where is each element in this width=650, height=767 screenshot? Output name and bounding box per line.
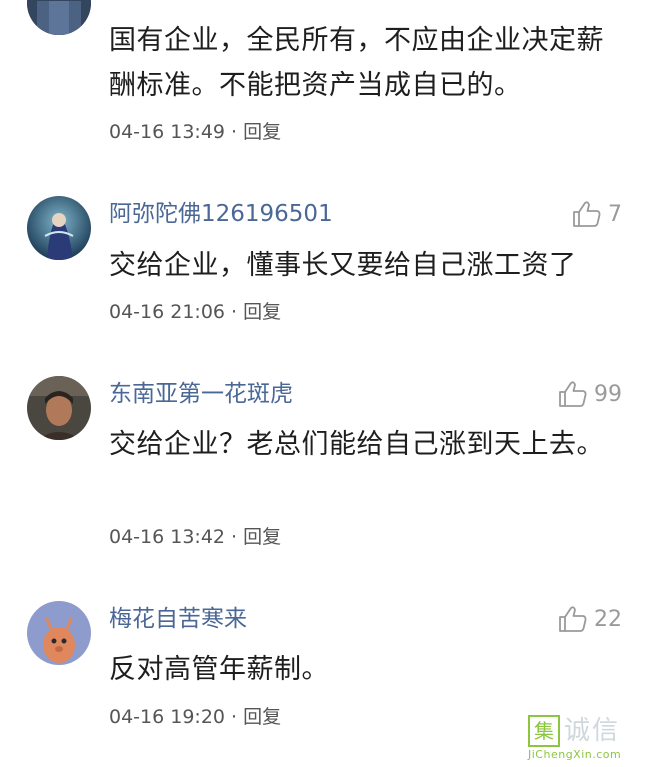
separator-dot: · [231, 301, 238, 323]
comment-text: 交给企业，懂事长又要给自己涨工资了 [109, 250, 577, 281]
comment-text: 国有企业，全民所有，不应由企业决定薪酬标准。不能把资产当成自已的。 [109, 25, 604, 101]
comment-text: 交给企业？老总们能给自己涨到天上去。 [109, 429, 604, 460]
like-count: 7 [608, 201, 622, 227]
watermark-url: JiChengXin.com [528, 748, 622, 761]
reply-button[interactable]: 回复 [243, 121, 281, 143]
watermark-logo-icon: 集 [528, 715, 560, 747]
avatar-image [27, 376, 91, 440]
comment-meta: 04-16 13:49 · 回复 [109, 119, 281, 145]
avatar[interactable] [27, 0, 91, 35]
separator-dot: · [231, 526, 238, 548]
separator-dot: · [231, 706, 238, 728]
comment-username[interactable]: 东南亚第一花斑虎 [109, 379, 293, 409]
comment-meta: 04-16 19:20 · 回复 [109, 704, 281, 730]
comment-time: 04-16 19:20 [109, 706, 226, 728]
avatar[interactable] [27, 196, 91, 260]
watermark: 集 诚信 JiChengXin.com [526, 715, 644, 763]
thumbs-up-icon [559, 606, 587, 632]
reply-button[interactable]: 回复 [243, 706, 281, 728]
reply-button[interactable]: 回复 [243, 301, 281, 323]
avatar-image [27, 196, 91, 260]
comment-time: 04-16 21:06 [109, 301, 226, 323]
like-button[interactable]: 22 [558, 604, 622, 634]
comment-time: 04-16 13:42 [109, 526, 226, 548]
watermark-chinese: 诚信 [564, 716, 621, 746]
thumbs-up-icon [573, 201, 601, 227]
avatar-image [27, 0, 91, 35]
like-count: 22 [594, 606, 622, 632]
comment-time: 04-16 13:49 [109, 121, 226, 143]
comment-username[interactable]: 梅花自苦寒来 [109, 604, 247, 634]
avatar[interactable] [27, 376, 91, 440]
thumbs-up-icon [559, 381, 587, 407]
comment-username[interactable]: 阿弥陀佛126196501 [109, 199, 333, 229]
reply-button[interactable]: 回复 [243, 526, 281, 548]
separator-dot: · [231, 121, 238, 143]
avatar[interactable] [27, 601, 91, 665]
comment-meta: 04-16 13:42 · 回复 [109, 524, 281, 550]
avatar-image [27, 601, 91, 665]
comment-text: 反对高管年薪制。 [109, 654, 329, 685]
like-count: 99 [594, 381, 622, 407]
like-button[interactable]: 99 [558, 379, 622, 409]
like-button[interactable]: 7 [572, 199, 622, 229]
comment-meta: 04-16 21:06 · 回复 [109, 299, 281, 325]
